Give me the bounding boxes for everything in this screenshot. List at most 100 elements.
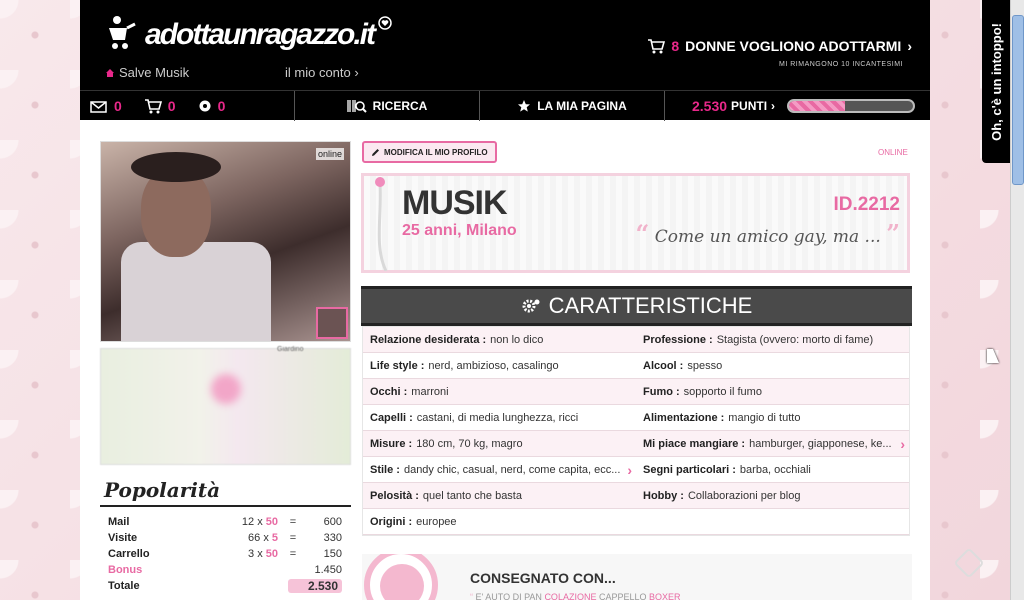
pencil-icon — [372, 148, 379, 156]
donne-link[interactable]: 8 DONNE VOGLIONO ADOTTARMI › — [647, 38, 912, 54]
popularity-result: 2.530 — [288, 579, 342, 593]
caratteristica-value: 180 cm, 70 kg, magro — [416, 437, 523, 450]
popularity-result: 1.450 — [314, 564, 342, 576]
open-quote-icon: “ — [635, 219, 650, 248]
caratteristiche-row: Pelosità : quel tanto che basta Hobby : Col… — [363, 483, 909, 509]
nav-punti[interactable]: 2.530 PUNTI › — [665, 91, 930, 121]
incantesimi-note: MI RIMANGONO 10 INCANTESIMI — [779, 61, 903, 68]
nav-bar: 0 0 0 RICERCA LA MIA PAGINA 2.530 PUNTI … — [80, 90, 930, 121]
popularity-times: x — [257, 516, 263, 528]
modify-profile-button[interactable]: MODIFICA IL MIO PROFILO — [362, 141, 497, 163]
caratteristica-cell[interactable]: Mi piace mangiare : hamburger, giapponese… — [636, 431, 909, 456]
popularity-result: 600 — [323, 516, 342, 528]
close-quote-icon: ” — [886, 219, 900, 248]
greeting[interactable]: Salve Musik — [105, 65, 189, 80]
popularity-count: 66 — [248, 532, 261, 544]
site-logo[interactable]: adottaunragazzo.it — [105, 14, 392, 52]
punti-progress-fill — [789, 101, 845, 111]
caratteristica-value: sopporto il fumo — [683, 385, 762, 398]
cart-icon — [648, 39, 666, 54]
caratteristica-value: mangio di tutto — [728, 411, 801, 424]
nav-ricerca[interactable]: RICERCA — [295, 91, 480, 121]
scrollbar-thumb[interactable] — [1012, 15, 1024, 185]
target-count: 0 — [217, 98, 226, 114]
punti-progress-bar — [787, 99, 916, 113]
caratteristiche-row: Capelli : castani, di media lunghezza, ri… — [363, 405, 909, 431]
notification-counts: 0 0 0 — [80, 91, 295, 121]
caratteristica-key: Fumo : — [643, 385, 680, 398]
caratteristiche-title: CARATTERISTICHE — [548, 293, 753, 318]
scrollbar[interactable] — [1010, 0, 1024, 600]
mail-count: 0 — [114, 98, 122, 114]
modify-profile-label: MODIFICA IL MIO PROFILO — [384, 147, 488, 157]
photo-online-badge: online — [315, 148, 344, 160]
caratteristica-cell: Life style : nerd, ambizioso, casalingo — [363, 353, 636, 378]
caratteristica-cell: Segni particolari : barba, occhiali — [636, 457, 909, 482]
profile-photo[interactable]: online — [100, 141, 351, 342]
mail-counter[interactable]: 0 — [90, 98, 122, 114]
caratteristica-key: Misure : — [370, 437, 413, 450]
popularity-key: Mail — [108, 516, 130, 528]
photo-thumbnail[interactable] — [316, 307, 348, 339]
caratteristica-cell: Pelosità : quel tanto che basta — [363, 483, 636, 508]
photo-shape-body — [121, 242, 271, 341]
nav-la-mia-pagina[interactable]: LA MIA PAGINA — [480, 91, 665, 121]
popularity-key: Visite — [108, 532, 138, 544]
map-location-marker — [211, 374, 241, 404]
caratteristica-value: hamburger, giapponese, ke... — [749, 437, 892, 450]
greeting-text: Salve Musik — [119, 65, 190, 80]
caratteristica-cell: Misure :180 cm, 70 kg, magro — [363, 431, 636, 456]
chevron-right-icon: › — [771, 99, 776, 113]
popularity-equals: = — [289, 548, 297, 560]
caratteristica-key: Alimentazione : — [643, 411, 725, 424]
target-counter[interactable]: 0 — [198, 98, 226, 114]
caratteristiche-row: Misure :180 cm, 70 kg, magro Mi piace man… — [363, 431, 909, 457]
caratteristica-value: spesso — [687, 359, 723, 372]
account-link-label: il mio conto — [285, 65, 351, 80]
chevron-right-icon[interactable]: › — [627, 462, 632, 478]
feedback-tab-label: Oh, c'è un intoppo! — [988, 22, 1004, 141]
delivery-section: CONSEGNATO CON... “ E' AUTO DI PAN COLAZ… — [362, 554, 912, 600]
open-quote-icon: “ — [470, 592, 473, 600]
popularity-row: Visite 66 x 5 = 330 — [108, 530, 348, 546]
caratteristica-cell[interactable]: Stile : dandy chic, casual, nerd, come ca… — [363, 457, 636, 482]
caratteristica-value: marroni — [411, 385, 449, 398]
chevron-right-icon: › — [354, 65, 359, 80]
cart-counter[interactable]: 0 — [144, 98, 176, 114]
photo-shape-hat — [131, 152, 221, 182]
location-map[interactable]: Giardino — [100, 346, 351, 465]
caratteristica-key: Occhi : — [370, 385, 408, 398]
popularity-result: 330 — [323, 532, 342, 544]
popularity-equals: = — [289, 516, 297, 528]
caratteristica-cell: Fumo : sopporto il fumo — [636, 379, 909, 404]
popularity-calc: 3 x 50 — [203, 548, 278, 560]
donne-count: 8 — [671, 38, 680, 54]
profile-name: MUSIK — [402, 184, 508, 222]
popularity-key: Carrello — [108, 548, 150, 560]
feedback-tab[interactable]: Oh, c'è un intoppo! — [982, 0, 1010, 163]
account-link[interactable]: il mio conto › — [285, 65, 359, 80]
target-icon — [199, 100, 211, 112]
star-icon — [518, 100, 531, 112]
caratteristica-value: europee — [416, 515, 457, 528]
delivery-seal-icon — [364, 554, 438, 600]
popularity-equals: = — [289, 532, 297, 544]
cart-count: 0 — [167, 98, 176, 114]
delivery-title: CONSEGNATO CON... — [470, 570, 616, 586]
caratteristica-value: Stagista (ovvero: morto di fame) — [716, 333, 874, 346]
caratteristica-key: Alcool : — [643, 359, 684, 372]
caratteristica-cell: Capelli : castani, di media lunghezza, ri… — [363, 405, 636, 430]
map-label: Giardino — [277, 346, 304, 353]
profile-quote-text: Come un amico gay, ma ... — [654, 227, 881, 247]
caratteristica-cell: Alcool : spesso — [636, 353, 909, 378]
caratteristica-value: Collaborazioni per blog — [687, 489, 801, 502]
caratteristica-cell: Occhi : marroni — [363, 379, 636, 404]
online-status: ONLINE — [878, 148, 908, 157]
popularity-key: Totale — [108, 580, 140, 592]
popularity-times: x — [263, 532, 269, 544]
cart-icon — [144, 99, 162, 114]
caratteristica-value: dandy chic, casual, nerd, come capita, e… — [403, 463, 621, 476]
chevron-right-icon[interactable]: › — [900, 436, 905, 452]
caratteristiche-row: Life style : nerd, ambizioso, casalingo Al… — [363, 353, 909, 379]
caratteristica-cell: Origini : europee — [363, 509, 636, 534]
